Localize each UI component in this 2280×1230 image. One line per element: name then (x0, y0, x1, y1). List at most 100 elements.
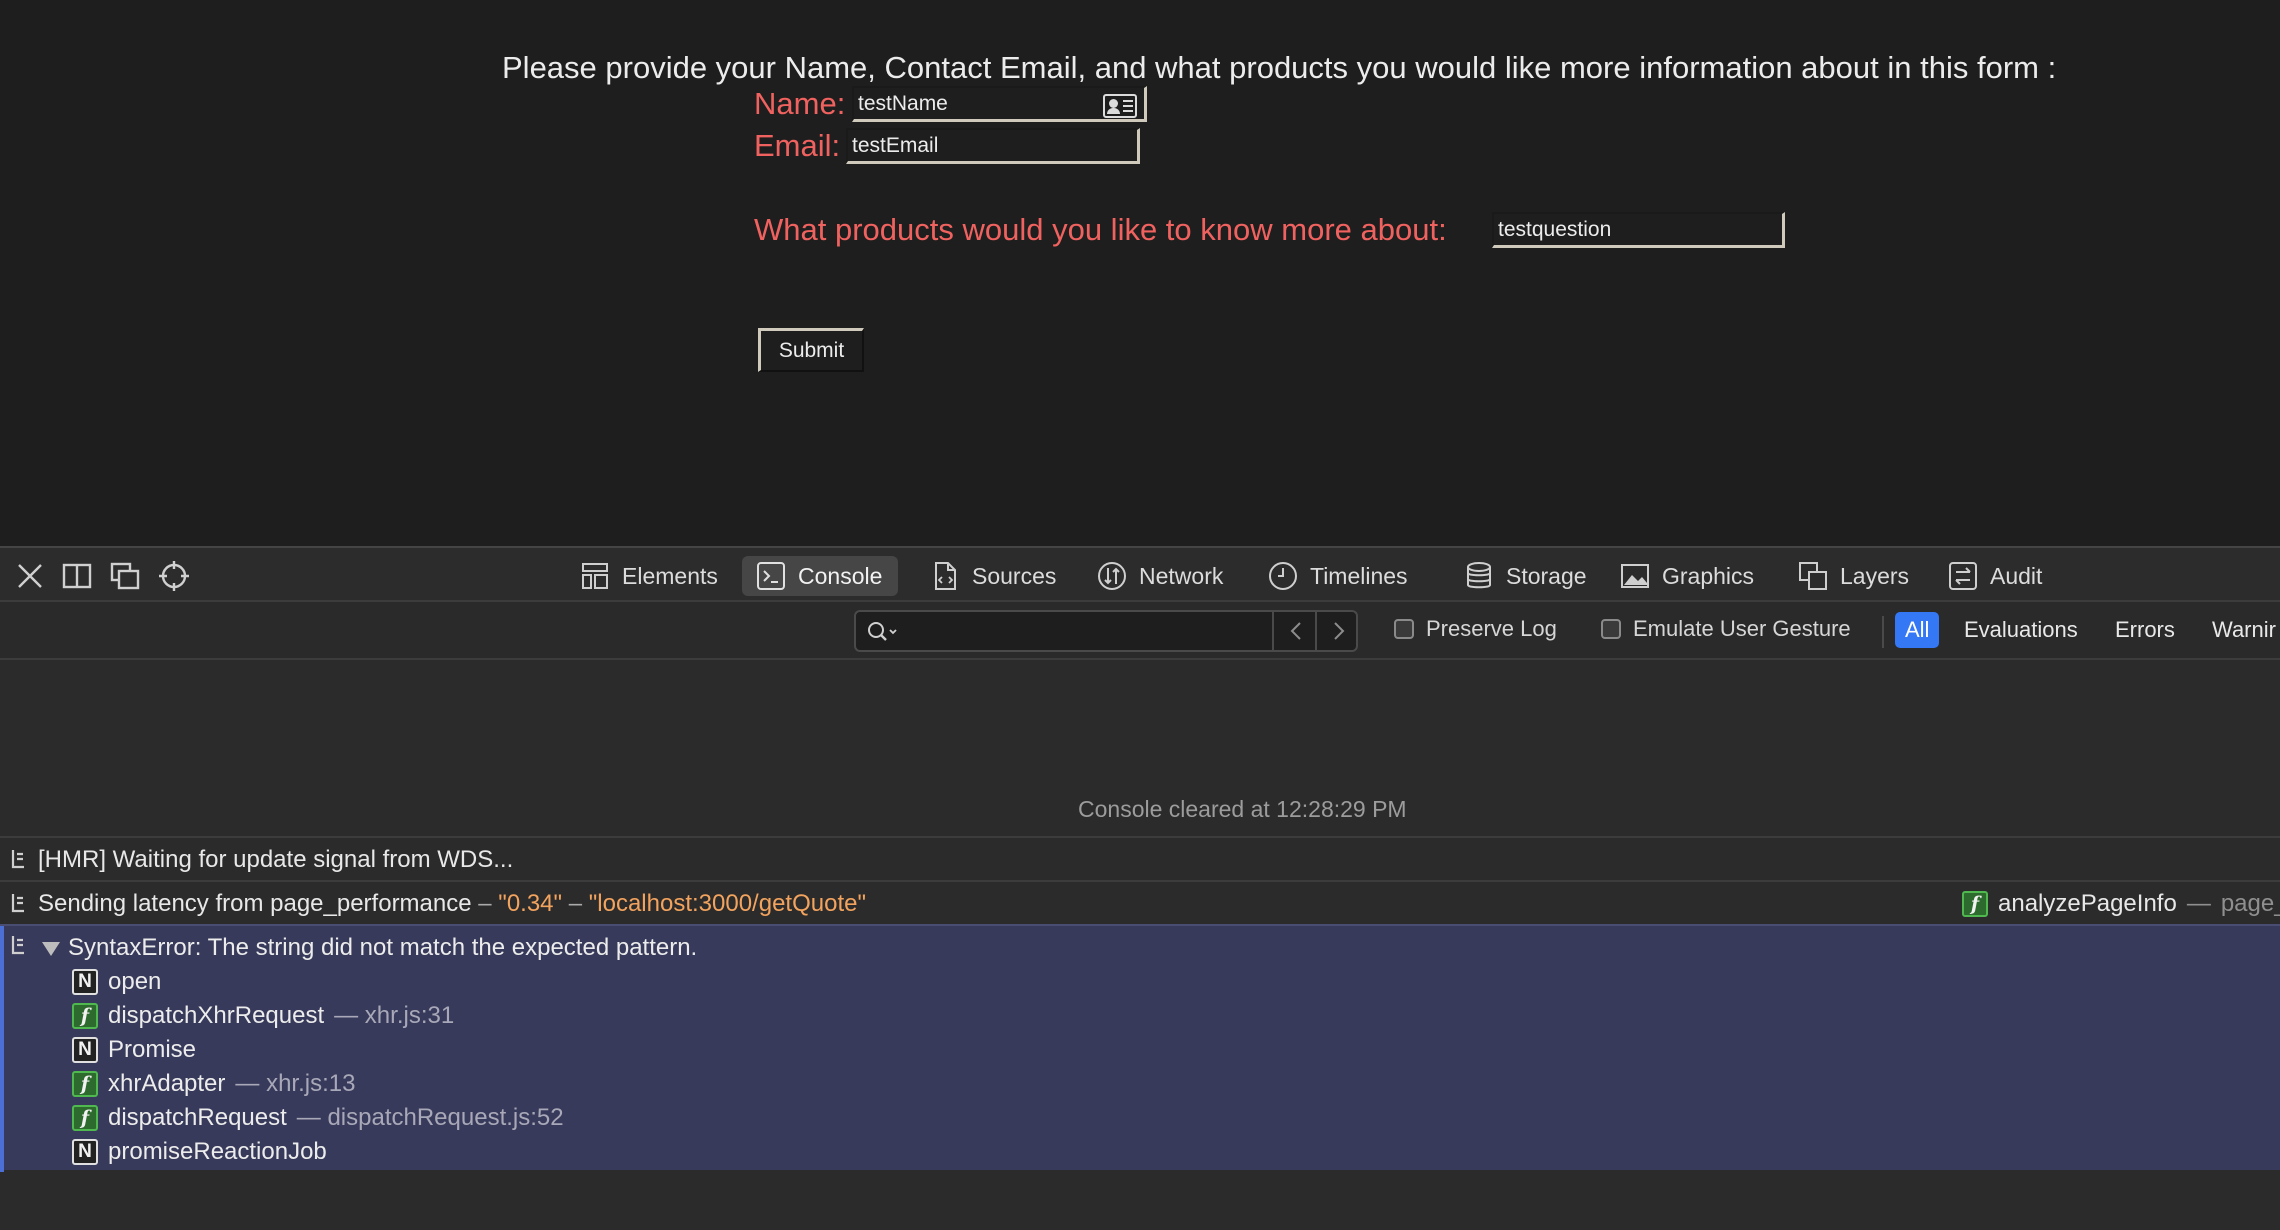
storage-icon (1467, 562, 1491, 589)
tab-elements[interactable]: Elements (566, 556, 734, 596)
frame-location[interactable]: — dispatchRequest.js:52 (297, 1104, 564, 1132)
frame-location[interactable]: — xhr.js:31 (334, 1002, 454, 1030)
stack-frame[interactable]: f dispatchRequest — dispatchRequest.js:5… (72, 1102, 564, 1134)
level-all[interactable]: All (1895, 612, 1940, 648)
frame-function: xhrAdapter (108, 1070, 226, 1097)
log-icon (11, 850, 24, 869)
source-function: analyzePageInfo (1998, 890, 2177, 917)
undock-window-icon[interactable] (109, 560, 141, 592)
name-label: Name: (754, 86, 846, 121)
next-match-button[interactable] (1315, 612, 1360, 650)
search-icon (868, 622, 897, 641)
tab-audit[interactable]: Audit (1934, 556, 2058, 596)
function-icon: f (72, 1071, 98, 1097)
native-code-icon: N (72, 1037, 98, 1063)
email-label: Email: (754, 128, 841, 163)
contact-card-icon[interactable] (1103, 94, 1137, 118)
tab-label: Sources (972, 562, 1057, 589)
source-file: page_ (2220, 890, 2280, 917)
level-warnings[interactable]: Warnir (2202, 612, 2280, 648)
frame-function: dispatchXhrRequest (108, 1002, 325, 1029)
message-text: Sending latency from page_performance – … (38, 890, 866, 918)
submit-button[interactable]: Submit (758, 328, 864, 372)
filter-divider (1882, 616, 1884, 648)
chevron-right-icon (1334, 622, 1345, 640)
dock-side-icon[interactable] (61, 560, 93, 592)
stack-frame[interactable]: N promiseReactionJob (72, 1136, 327, 1168)
function-icon: f (72, 1105, 98, 1131)
close-icon[interactable] (14, 560, 46, 592)
message-source-link[interactable]: f analyzePageInfo — page_ (1962, 890, 2280, 918)
latency-url: "localhost:3000/getQuote" (588, 890, 866, 917)
previous-match-button[interactable] (1272, 612, 1317, 650)
stack-frame[interactable]: N Promise (72, 1034, 196, 1066)
source-dash: — (2186, 890, 2211, 917)
tab-timelines[interactable]: Timelines (1254, 556, 1424, 596)
console-filter-bar: Preserve Log Emulate User Gesture All Ev… (0, 602, 2280, 660)
frame-function: dispatchRequest (108, 1104, 287, 1131)
frame-function: promiseReactionJob (108, 1138, 327, 1165)
tab-console[interactable]: Console (742, 556, 899, 596)
log-icon (11, 894, 24, 913)
function-icon: f (72, 1003, 98, 1029)
log-icon (11, 936, 24, 955)
checkbox-box[interactable] (1394, 619, 1414, 639)
separator-dash: – (478, 890, 492, 917)
chevron-left-icon (1290, 622, 1301, 640)
console-message-latency[interactable]: Sending latency from page_performance – … (0, 880, 2280, 924)
tab-label: Audit (1990, 562, 2043, 589)
products-input[interactable] (1492, 212, 1785, 248)
tab-graphics[interactable]: Graphics (1606, 556, 1770, 596)
native-code-icon: N (72, 969, 98, 995)
network-icon (1098, 562, 1126, 590)
email-input[interactable] (846, 128, 1140, 164)
form-intro-text: Please provide your Name, Contact Email,… (502, 50, 2057, 85)
tab-storage[interactable]: Storage (1450, 556, 1603, 596)
tab-layers[interactable]: Layers (1784, 556, 1925, 596)
tab-network[interactable]: Network (1083, 556, 1239, 596)
products-label: What products would you like to know mor… (754, 212, 1447, 247)
stack-frame[interactable]: f dispatchXhrRequest — xhr.js:31 (72, 1000, 454, 1032)
console-message-hmr[interactable]: [HMR] Waiting for update signal from WDS… (0, 836, 2280, 880)
level-evaluations[interactable]: Evaluations (1954, 612, 2088, 648)
preserve-log-checkbox[interactable]: Preserve Log (1394, 616, 1557, 642)
layers-icon (1799, 562, 1827, 590)
stack-frame[interactable]: N open (72, 966, 161, 998)
latency-prefix: Sending latency from page_performance (38, 890, 472, 917)
error-text: SyntaxError: The string did not match th… (68, 934, 698, 961)
tab-sources[interactable]: Sources (916, 556, 1072, 596)
timelines-icon (1269, 562, 1297, 590)
tab-label: Storage (1506, 562, 1587, 589)
webpage-viewport: Please provide your Name, Contact Email,… (0, 0, 2280, 546)
sources-icon (935, 562, 956, 590)
level-errors[interactable]: Errors (2105, 612, 2185, 648)
preserve-log-label: Preserve Log (1426, 616, 1557, 641)
separator-dash: – (568, 890, 583, 917)
checkbox-box[interactable] (1601, 619, 1621, 639)
frame-function: Promise (108, 1036, 197, 1063)
latency-value: "0.34" (498, 890, 563, 917)
tab-label: Layers (1840, 562, 1910, 589)
stack-frame[interactable]: f xhrAdapter — xhr.js:13 (72, 1068, 355, 1100)
elements-icon (582, 563, 608, 589)
tab-label: Network (1139, 562, 1224, 589)
emulate-gesture-checkbox[interactable]: Emulate User Gesture (1601, 616, 1851, 642)
inspect-element-icon[interactable] (158, 560, 190, 592)
graphics-icon (1621, 564, 1649, 588)
message-text: [HMR] Waiting for update signal from WDS… (38, 846, 514, 873)
search-input[interactable] (904, 616, 1278, 648)
console-filter-search[interactable] (854, 610, 1358, 652)
tab-label: Graphics (1662, 562, 1755, 589)
console-icon (757, 562, 785, 590)
frame-function: open (108, 968, 162, 995)
inspector-tab-bar: Elements Console Sources Network Timelin… (0, 546, 2280, 602)
web-inspector: Elements Console Sources Network Timelin… (0, 546, 2280, 1230)
frame-location[interactable]: — xhr.js:13 (235, 1070, 355, 1098)
emulate-gesture-label: Emulate User Gesture (1633, 616, 1851, 641)
console-error-message[interactable]: SyntaxError: The string did not match th… (0, 924, 2280, 1172)
tab-label: Timelines (1310, 562, 1408, 589)
disclosure-triangle-icon[interactable] (42, 942, 60, 956)
console-cleared-message: Console cleared at 12:28:29 PM (1078, 796, 1407, 822)
tab-label: Elements (622, 562, 718, 589)
function-icon: f (1962, 891, 1988, 917)
